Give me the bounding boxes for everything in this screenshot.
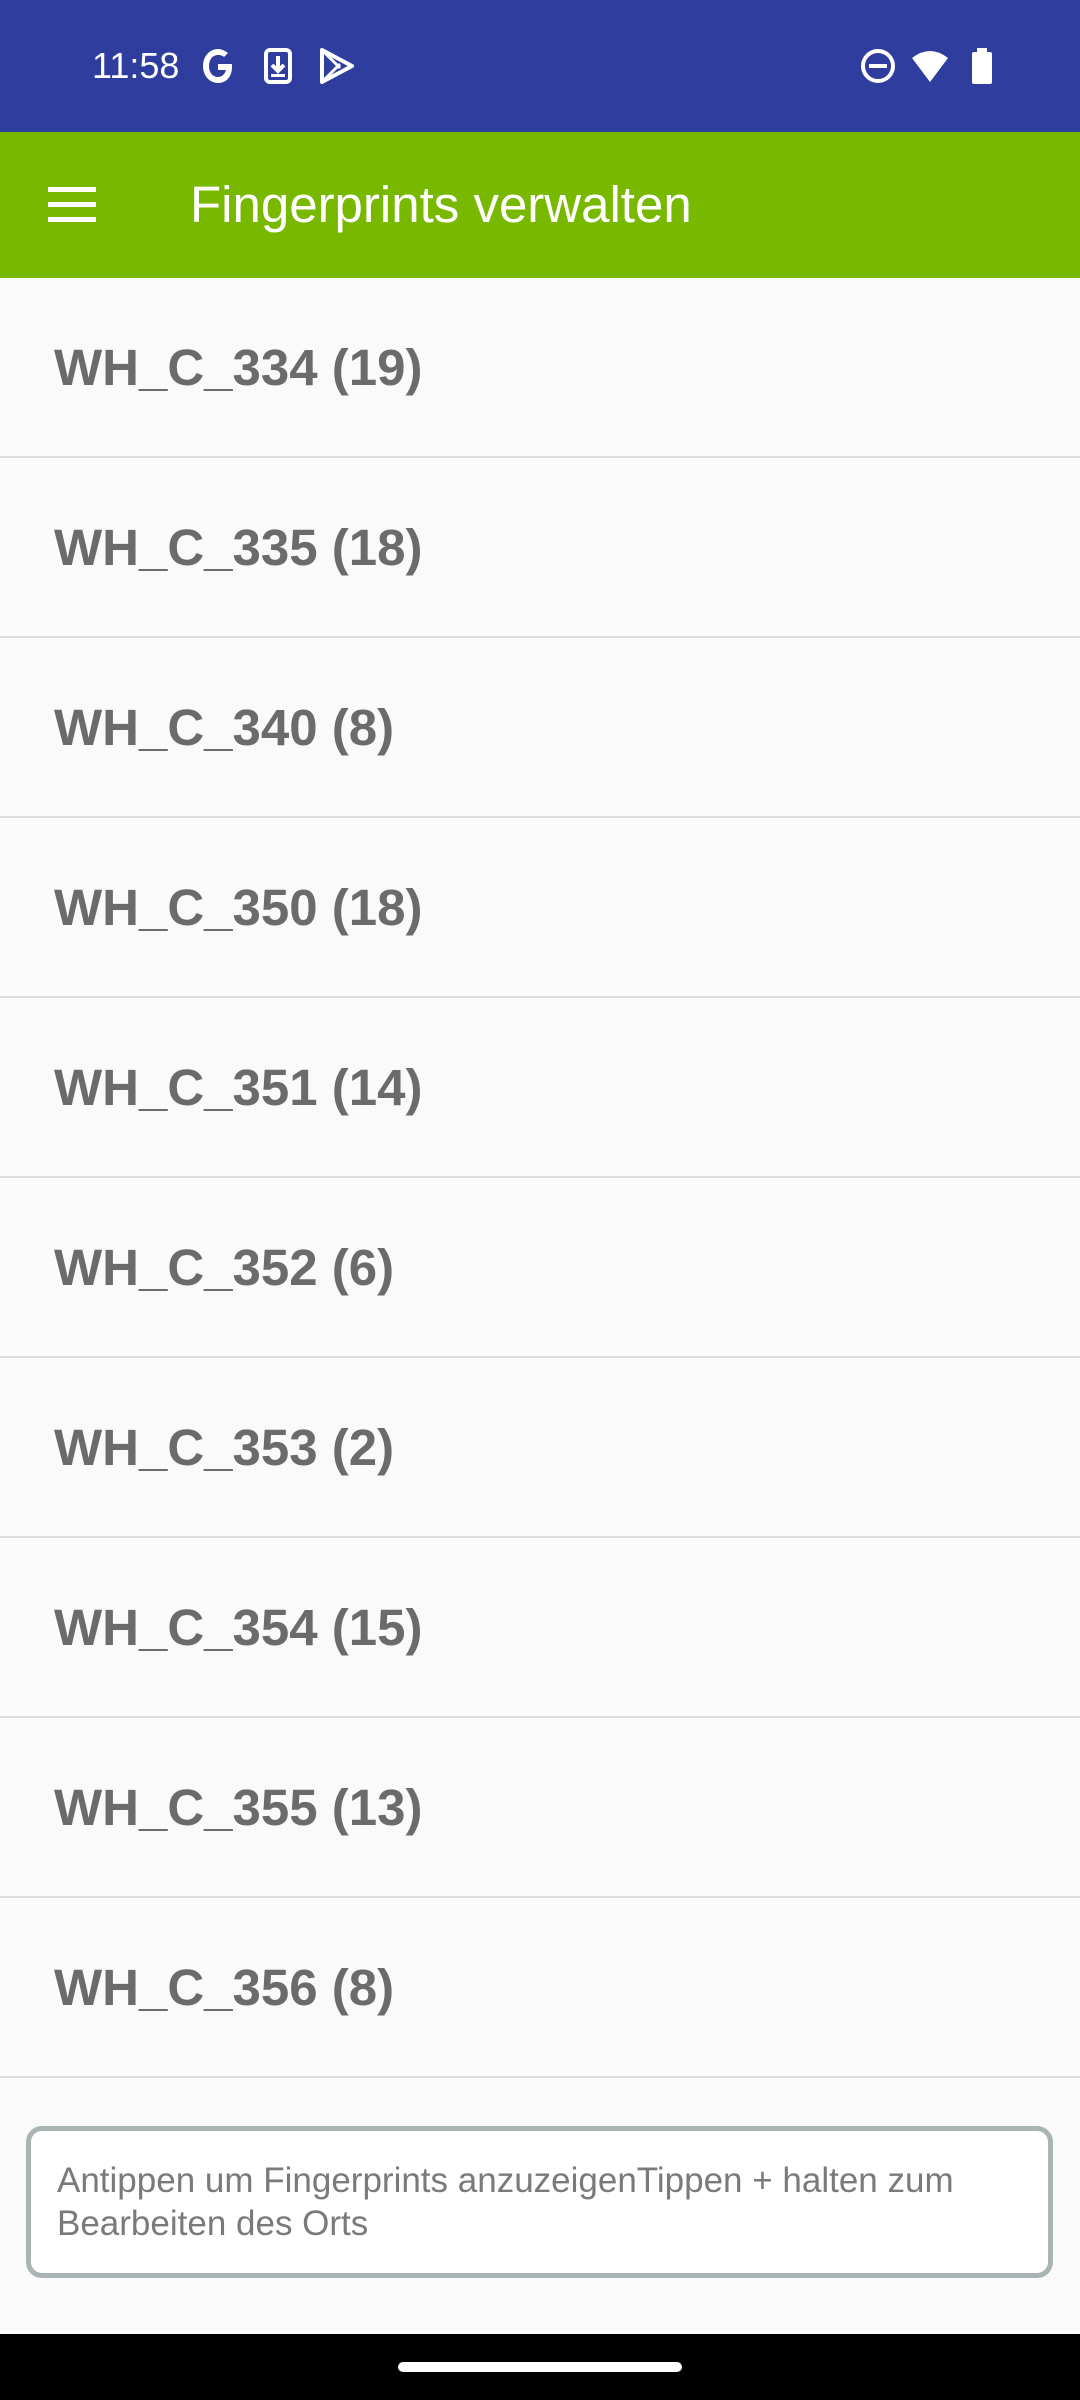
hint-box: Antippen um Fingerprints anzuzeigenTippe…	[26, 2126, 1053, 2278]
list-item-label: WH_C_356 (8)	[54, 1958, 395, 2016]
list-item[interactable]: WH_C_351 (14)	[0, 998, 1080, 1178]
list-item-label: WH_C_335 (18)	[54, 518, 423, 576]
battery-icon	[962, 46, 1002, 86]
hint-text: Antippen um Fingerprints anzuzeigenTippe…	[57, 2161, 954, 2243]
list-item[interactable]: WH_C_352 (6)	[0, 1178, 1080, 1358]
do-not-disturb-icon	[858, 46, 898, 86]
app-bar: Fingerprints verwalten	[0, 132, 1080, 278]
list-item-label: WH_C_355 (13)	[54, 1778, 423, 1836]
list-item[interactable]: WH_C_350 (18)	[0, 818, 1080, 998]
list-item-label: WH_C_334 (19)	[54, 338, 423, 396]
fingerprint-list: WH_C_334 (19) WH_C_335 (18) WH_C_340 (8)…	[0, 278, 1080, 2078]
google-icon	[198, 46, 238, 86]
list-item[interactable]: WH_C_354 (15)	[0, 1538, 1080, 1718]
list-item[interactable]: WH_C_340 (8)	[0, 638, 1080, 818]
download-icon	[258, 46, 298, 86]
list-item-label: WH_C_353 (2)	[54, 1418, 395, 1476]
list-item[interactable]: WH_C_353 (2)	[0, 1358, 1080, 1538]
navigation-bar	[0, 2334, 1080, 2400]
hamburger-menu-icon[interactable]	[28, 161, 116, 249]
list-item[interactable]: WH_C_356 (8)	[0, 1898, 1080, 2078]
list-item[interactable]: WH_C_335 (18)	[0, 458, 1080, 638]
play-store-icon	[316, 46, 356, 86]
list-item[interactable]: WH_C_355 (13)	[0, 1718, 1080, 1898]
wifi-icon	[910, 46, 950, 86]
list-item-label: WH_C_351 (14)	[54, 1058, 423, 1116]
list-item-label: WH_C_352 (6)	[54, 1238, 395, 1296]
list-item-label: WH_C_350 (18)	[54, 878, 423, 936]
home-gesture-handle[interactable]	[398, 2362, 682, 2372]
list-item-label: WH_C_354 (15)	[54, 1598, 423, 1656]
page-title: Fingerprints verwalten	[190, 176, 692, 233]
list-item-label: WH_C_340 (8)	[54, 698, 395, 756]
status-time: 11:58	[92, 45, 180, 86]
list-item[interactable]: WH_C_334 (19)	[0, 278, 1080, 458]
status-bar: 11:58	[0, 0, 1080, 132]
